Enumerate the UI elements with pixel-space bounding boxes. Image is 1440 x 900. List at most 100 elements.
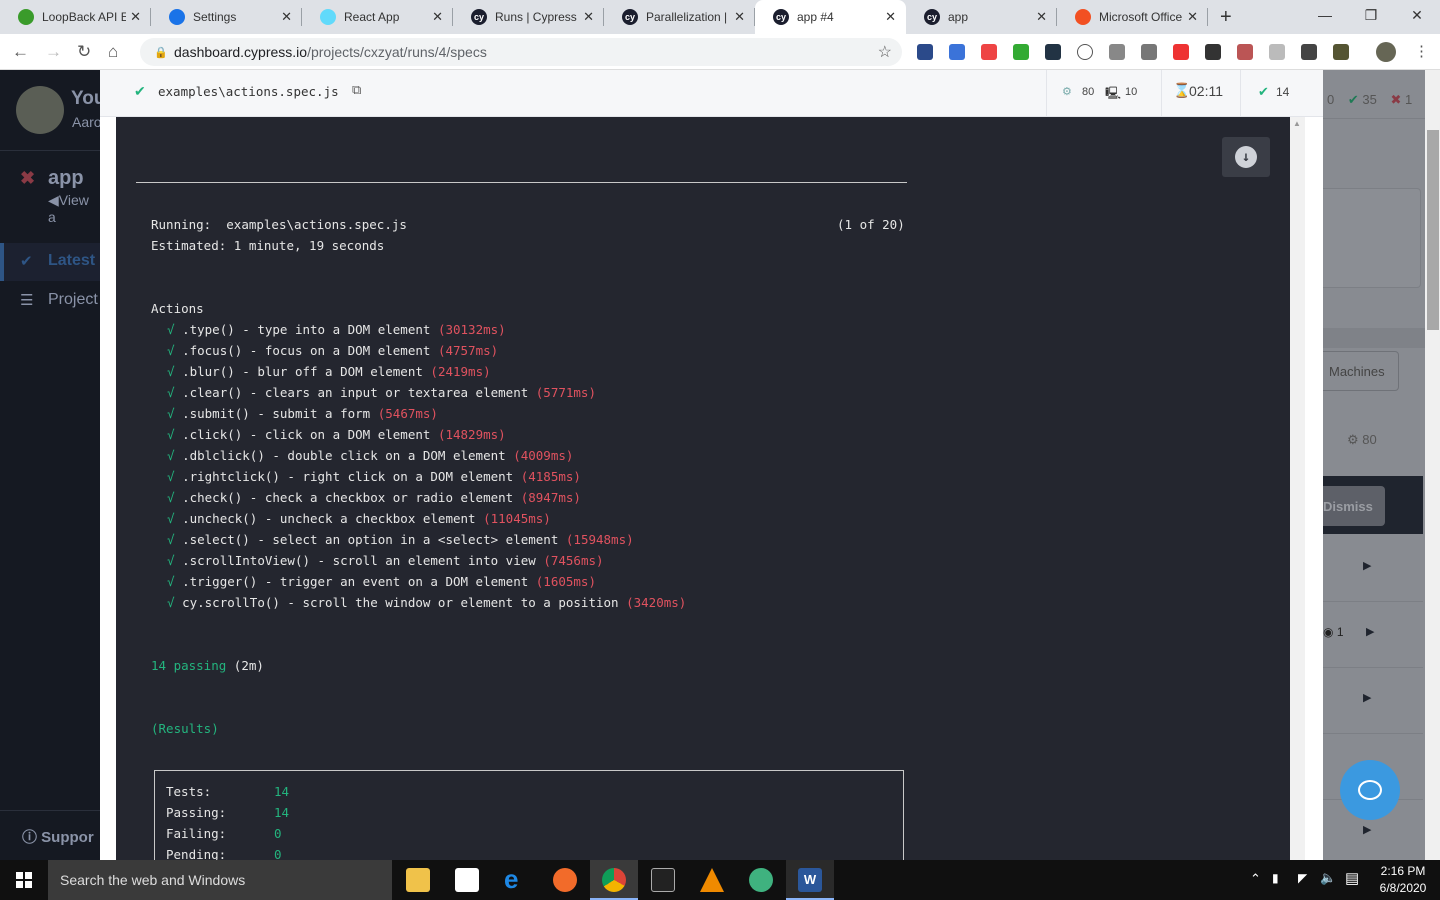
notifications-icon[interactable]: ▤ <box>1345 869 1359 887</box>
download-icon: ↓ <box>1235 146 1257 168</box>
extension-icon[interactable] <box>1237 44 1253 60</box>
vue-extension-icon[interactable] <box>1141 44 1157 60</box>
file-explorer-icon[interactable] <box>406 868 430 892</box>
edge-icon[interactable]: e <box>504 864 528 894</box>
close-tab-icon[interactable]: ✕ <box>130 9 141 25</box>
sidebar-item-project[interactable]: ☰ Project <box>0 287 100 317</box>
download-extension-icon[interactable] <box>1109 44 1125 60</box>
close-tab-icon[interactable]: ✕ <box>432 9 443 25</box>
running-count: (1 of 20) <box>837 217 905 232</box>
play-icon[interactable]: ▶ <box>1363 691 1371 704</box>
url-input[interactable]: 🔒 dashboard.cypress.io/projects/cxzyat/r… <box>140 38 902 66</box>
store-icon[interactable] <box>455 868 479 892</box>
copy-icon[interactable]: ⧉ <box>352 82 361 98</box>
play-icon[interactable]: ▶ <box>1363 823 1371 836</box>
machines-button[interactable]: Machines <box>1323 351 1399 391</box>
spec-header: ✔ examples\actions.spec.js ⧉ ⚙ 80 🖳 10 ⌛… <box>100 70 1323 117</box>
extension-icon[interactable] <box>981 44 997 60</box>
cpu-stat: ⚙ 80 <box>1347 432 1377 447</box>
cpu-icon: ⚙ <box>1062 86 1072 98</box>
background-page: 0 ✔ 35 ✖ 1 Machines ⚙ 80 Dismiss ▶ ◉ 1 ▶… <box>1323 70 1440 860</box>
chrome-icon[interactable] <box>602 868 626 892</box>
new-tab-button[interactable]: + <box>1208 0 1244 34</box>
back-icon[interactable]: ← <box>12 42 29 62</box>
close-tab-icon[interactable]: ✕ <box>281 9 292 25</box>
browser-tab[interactable]: cy app #4 ✕ <box>755 0 906 34</box>
extension-icon[interactable] <box>1205 44 1221 60</box>
test-result-line: √ .scrollIntoView() - scroll an element … <box>167 553 604 568</box>
pass-check-icon: √ <box>167 511 175 526</box>
test-result-line: √ cy.scrollTo() - scroll the window or e… <box>167 595 687 610</box>
close-tab-icon[interactable]: ✕ <box>583 9 594 25</box>
wifi-icon[interactable]: ◤ <box>1298 871 1307 885</box>
terminal-output: ↓ Running: examples\actions.spec.js (1 o… <box>116 117 1290 870</box>
hourglass-icon: ⌛ <box>1173 82 1191 98</box>
profile-avatar[interactable] <box>1376 42 1396 62</box>
test-result-line: √ .dblclick() - double click on a DOM el… <box>167 448 574 463</box>
home-icon[interactable]: ⌂ <box>108 42 118 62</box>
play-icon[interactable]: ▶ <box>1363 559 1371 572</box>
minimize-button[interactable]: — <box>1302 0 1348 30</box>
close-tab-icon[interactable]: ✕ <box>734 9 745 25</box>
download-button[interactable]: ↓ <box>1222 137 1270 177</box>
chat-button[interactable] <box>1340 760 1400 820</box>
cypress-icon: cy <box>622 9 638 25</box>
bookmark-star-icon[interactable]: ☆ <box>878 42 892 62</box>
windows-start-icon[interactable] <box>16 872 32 888</box>
browser-tab[interactable]: Settings ✕ <box>151 0 302 34</box>
close-tab-icon[interactable]: ✕ <box>1187 9 1198 25</box>
word-icon[interactable]: W <box>798 868 822 892</box>
extension-icon[interactable] <box>949 44 965 60</box>
machines-count: 10 <box>1125 86 1138 98</box>
dismiss-button[interactable]: Dismiss <box>1323 486 1385 526</box>
browser-tab-bar: LoopBack API Ex ✕ Settings ✕ React App ✕ cy Run… <box>0 0 1440 34</box>
browser-tab[interactable]: LoopBack API Ex ✕ <box>0 0 151 34</box>
maximize-button[interactable]: ❐ <box>1348 0 1394 30</box>
view-all-link[interactable]: ◀View a <box>48 192 100 225</box>
extension-icon[interactable] <box>1045 44 1061 60</box>
pass-check-icon: √ <box>167 469 175 484</box>
browser-tab[interactable]: cy app ✕ <box>906 0 1057 34</box>
screenshot-count: ◉ 1 <box>1323 625 1344 639</box>
menu-kebab-icon[interactable]: ⋮ <box>1414 42 1429 60</box>
extension-icon[interactable] <box>917 44 933 60</box>
shield-extension-icon[interactable] <box>1173 44 1189 60</box>
pass-check-icon: √ <box>167 385 175 400</box>
sidebar-item-latest[interactable]: ✔ Latest <box>0 243 100 281</box>
forward-icon[interactable]: → <box>45 42 62 62</box>
vlc-icon[interactable] <box>700 868 724 892</box>
browser-tab[interactable]: Microsoft Office ✕ <box>1057 0 1208 34</box>
close-tab-icon[interactable]: ✕ <box>1036 9 1047 25</box>
spec-filename: examples\actions.spec.js <box>158 84 339 99</box>
extension-icon[interactable] <box>1077 44 1093 60</box>
browser-tab[interactable]: React App ✕ <box>302 0 453 34</box>
pass-check-icon: √ <box>167 490 175 505</box>
play-icon[interactable]: ▶ <box>1366 625 1374 638</box>
battery-icon[interactable]: ▮ <box>1272 871 1279 885</box>
close-window-button[interactable]: ✕ <box>1394 0 1440 30</box>
test-result-line: √ .click() - click on a DOM element (148… <box>167 427 506 442</box>
volume-icon[interactable]: 🔈 <box>1320 870 1336 886</box>
atom-icon[interactable] <box>749 868 773 892</box>
extension-icon[interactable] <box>1013 44 1029 60</box>
support-link[interactable]: ⓘ Suppor <box>22 826 94 847</box>
reload-icon[interactable]: ↻ <box>77 42 91 62</box>
results-value: 0 <box>274 826 282 841</box>
close-tab-icon[interactable]: ✕ <box>885 9 896 25</box>
results-label: Failing: <box>166 826 227 841</box>
terminal-icon[interactable] <box>651 868 675 892</box>
browser-tab[interactable]: cyRuns | Cypress D✕ <box>453 0 604 34</box>
modal-scrollbar[interactable]: ▲ <box>1290 117 1305 860</box>
browser-tab[interactable]: cy Parallelization | C ✕ <box>604 0 755 34</box>
postman-icon[interactable] <box>553 868 577 892</box>
clock[interactable]: 2:16 PM 6/8/2020 <box>1370 863 1436 897</box>
tray-chevron-icon[interactable]: ⌃ <box>1250 871 1261 887</box>
pass-check-icon: ✔ <box>134 83 146 99</box>
extension-icon[interactable] <box>1333 44 1349 60</box>
taskbar-search[interactable]: Search the web and Windows <box>48 860 392 900</box>
suite-title: Actions <box>151 301 204 316</box>
project-name: app <box>48 167 84 189</box>
extension-icon[interactable] <box>1301 44 1317 60</box>
extension-icon[interactable] <box>1269 44 1285 60</box>
page-scrollbar[interactable] <box>1425 70 1440 860</box>
